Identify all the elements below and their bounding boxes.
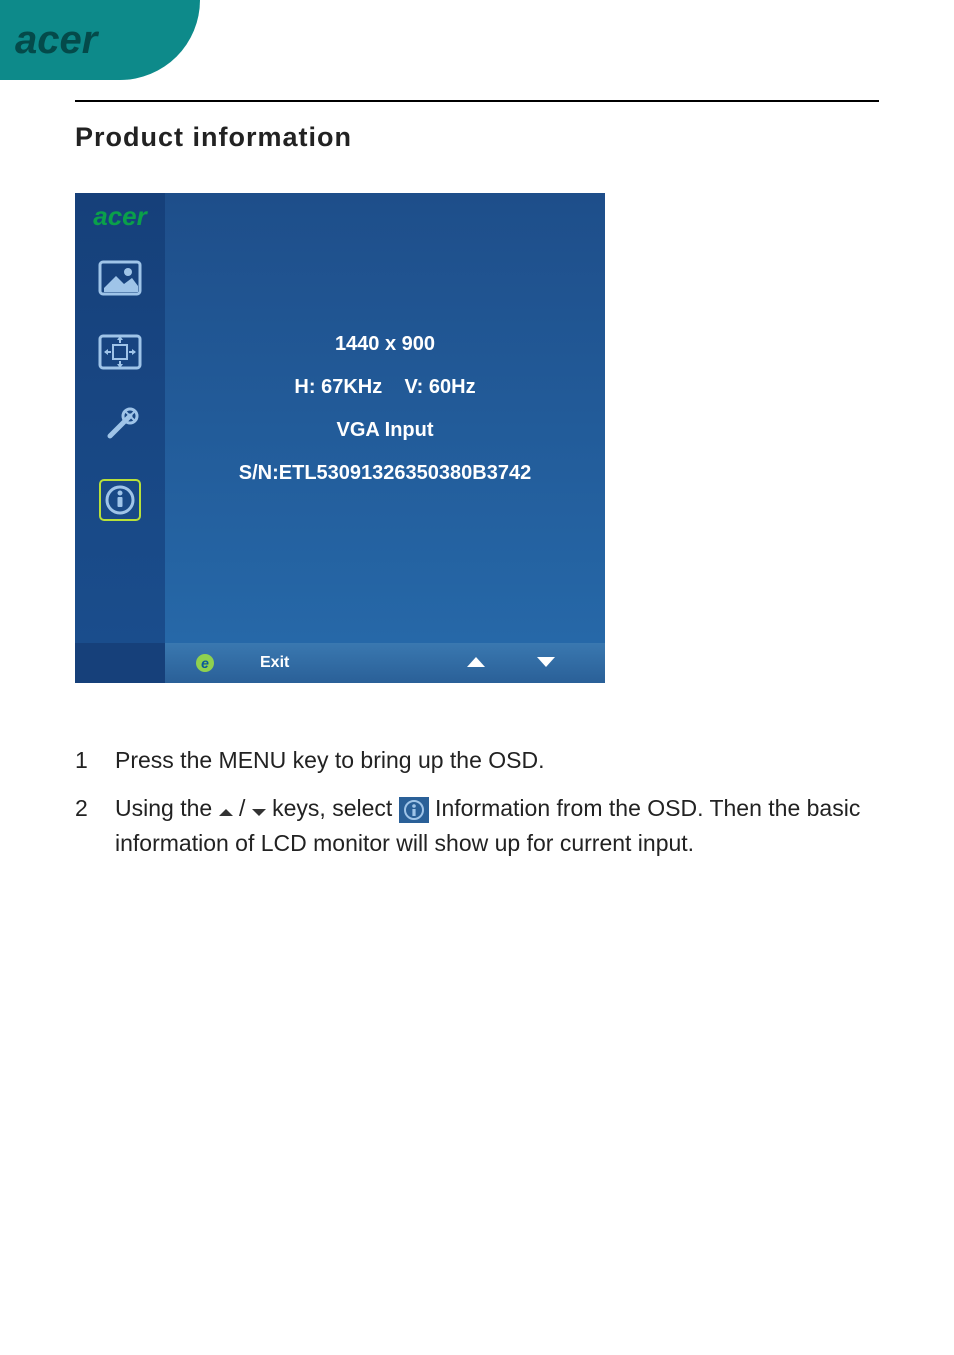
osd-vfreq: V: 60Hz: [404, 376, 475, 398]
info-icon[interactable]: [92, 472, 148, 528]
svg-text:e: e: [201, 655, 209, 671]
osd-resolution: 1440 x 900: [335, 333, 435, 356]
osd-hfreq: H: 67KHz: [294, 376, 382, 398]
nav-down-button[interactable]: [537, 654, 555, 672]
nav-up-button[interactable]: [467, 654, 485, 672]
up-key-icon: [219, 809, 233, 816]
step-number: 1: [75, 743, 115, 779]
step-text: Using the / keys, select Information fro…: [115, 791, 879, 862]
step-1: 1 Press the MENU key to bring up the OSD…: [75, 743, 879, 779]
exit-button[interactable]: Exit: [260, 654, 289, 672]
header-tab: acer: [0, 0, 200, 80]
osd-input-type: VGA Input: [336, 419, 433, 442]
step-number: 2: [75, 791, 115, 862]
osd-serial: S/N:ETL53091326350380B3742: [239, 462, 531, 485]
step-2: 2 Using the / keys, select Information f…: [75, 791, 879, 862]
settings-icon[interactable]: [92, 398, 148, 454]
position-icon[interactable]: [92, 324, 148, 380]
osd-sidebar: acer: [75, 193, 165, 643]
down-key-icon: [252, 809, 266, 816]
content-area: Product information acer 1440 x 9: [75, 100, 879, 874]
instruction-list: 1 Press the MENU key to bring up the OSD…: [75, 743, 879, 862]
step-text: Press the MENU key to bring up the OSD.: [115, 743, 879, 779]
inline-info-icon: [399, 797, 429, 823]
osd-panel: acer 1440 x 900 H: 67KHz: [75, 193, 605, 683]
osd-footer: e Exit: [75, 643, 605, 683]
page-title: Product information: [75, 122, 879, 153]
osd-brand-logo: acer: [93, 201, 147, 232]
divider: [75, 100, 879, 102]
e-color-icon[interactable]: e: [195, 653, 215, 673]
brand-logo: acer: [15, 18, 97, 63]
osd-main-panel: 1440 x 900 H: 67KHz V: 60Hz VGA Input S/…: [165, 193, 605, 643]
picture-icon[interactable]: [92, 250, 148, 306]
osd-frequency: H: 67KHz V: 60Hz: [294, 376, 475, 399]
